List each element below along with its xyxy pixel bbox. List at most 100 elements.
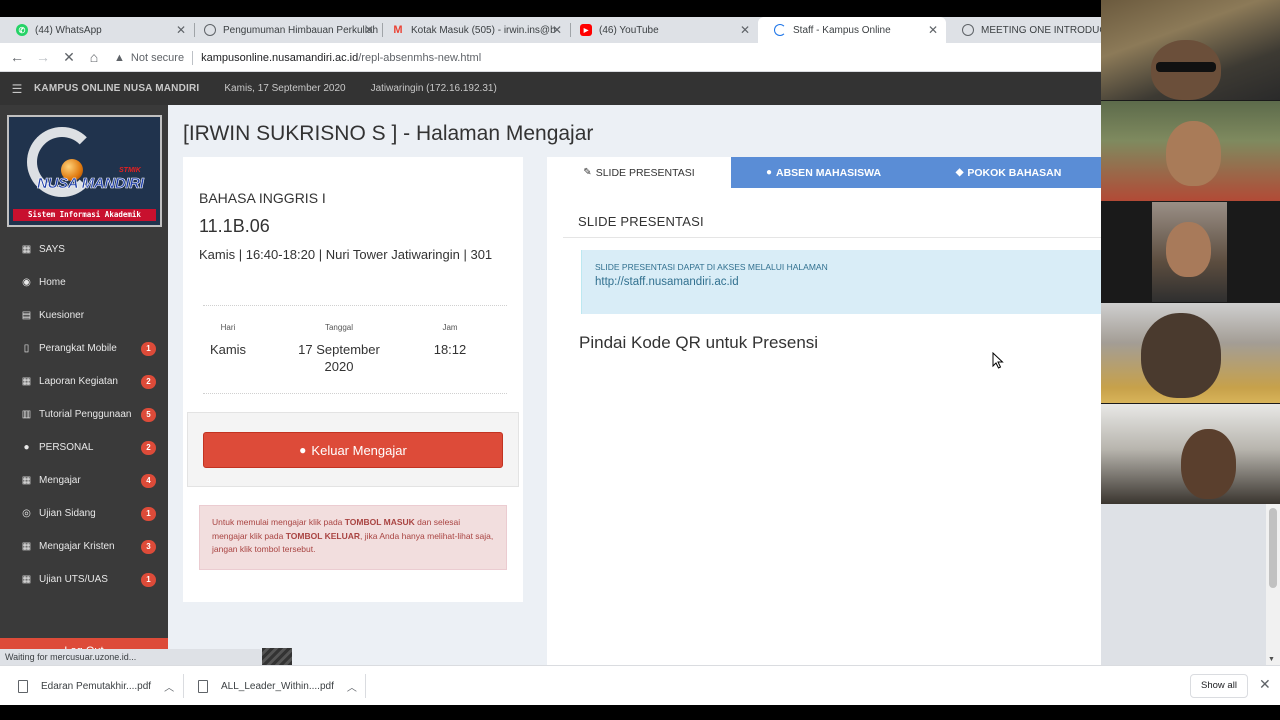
participant-silhouette	[1141, 313, 1221, 398]
url-path[interactable]: /repl-absenmhs-new.html	[358, 52, 481, 64]
browser-tab-gmail[interactable]: M Kotak Masuk (505) - irwin.ins@b ✕	[376, 17, 570, 43]
qr-title: Pindai Kode QR untuk Presensi	[579, 333, 819, 352]
top-strip	[0, 0, 1280, 17]
gmail-icon: M	[393, 24, 403, 36]
site-brand[interactable]: KAMPUS ONLINE NUSA MANDIRI	[34, 83, 199, 94]
forward-arrow-icon[interactable]: →	[34, 48, 52, 66]
browser-tab-pengumuman[interactable]: Pengumuman Himbauan Perkuliah ✕	[188, 17, 382, 43]
download-item[interactable]: Edaran Pemutakhir....pdf ︿	[18, 674, 174, 698]
back-arrow-icon[interactable]: ←	[8, 48, 26, 66]
count-badge: 2	[141, 441, 156, 455]
content-tabs: ✎ SLIDE PRESENTASI ● ABSEN MAHASISWA ◆ POKO…	[547, 157, 1101, 188]
count-badge: 1	[141, 573, 156, 587]
sidebar-item-label: Perangkat Mobile	[39, 343, 117, 354]
whatsapp-icon: ✆	[16, 24, 28, 36]
download-item[interactable]: ALL_Leader_Within....pdf ︿	[198, 674, 357, 698]
count-badge: 4	[141, 474, 156, 488]
download-separator	[183, 674, 184, 698]
user-icon: ●	[299, 443, 307, 457]
keluar-mengajar-button[interactable]: ● Keluar Mengajar	[203, 432, 503, 468]
close-icon[interactable]: ✕	[552, 24, 562, 36]
time-value: 18:12	[433, 342, 467, 357]
participant-silhouette	[1166, 222, 1211, 277]
sidebar-item-mengajar-kristen[interactable]: ▦ Mengajar Kristen 3	[0, 530, 168, 563]
participant-video[interactable]	[1101, 303, 1280, 403]
security-label[interactable]: Not secure	[131, 52, 184, 64]
sidebar-item-label: Ujian UTS/UAS	[39, 574, 108, 585]
warning-icon[interactable]: ▲	[114, 52, 125, 64]
close-icon[interactable]: ✕	[928, 24, 938, 36]
sidebar: STMIK NUSA MANDIRI Sistem Informasi Akad…	[0, 105, 168, 665]
scroll-down-icon[interactable]: ▼	[1268, 656, 1275, 663]
participant-silhouette	[1166, 121, 1221, 186]
close-icon[interactable]: ✕	[364, 24, 374, 36]
browser-tab-staff-active[interactable]: Staff - Kampus Online ✕	[758, 17, 946, 43]
dashboard-icon: ◉	[22, 277, 31, 288]
page-scrollbar[interactable]: ▼	[1266, 504, 1280, 665]
download-name[interactable]: ALL_Leader_Within....pdf	[221, 681, 334, 692]
sidebar-item-personal[interactable]: ● PERSONAL 2	[0, 431, 168, 464]
sidebar-item-label: Ujian Sidang	[39, 508, 96, 519]
sidebar-item-label: PERSONAL	[39, 442, 94, 453]
download-name[interactable]: Edaran Pemutakhir....pdf	[41, 681, 151, 692]
grid-icon: ▦	[21, 475, 32, 486]
sidebar-item-says[interactable]: ▦ SAYS	[0, 233, 168, 266]
tab-pokok-bahasan[interactable]: ◆ POKOK BAHASAN	[916, 157, 1101, 188]
browser-status-text: Waiting for mercusuar.uzone.id...	[0, 649, 262, 665]
file-icon	[18, 679, 28, 693]
action-box: ● Keluar Mengajar	[187, 412, 519, 487]
class-schedule: Kamis | 16:40-18:20 | Nuri Tower Jatiwar…	[199, 247, 493, 262]
participant-silhouette	[1181, 429, 1236, 499]
participant-video[interactable]	[1101, 101, 1280, 201]
web-page: ☰ KAMPUS ONLINE NUSA MANDIRI Kamis, 17 S…	[0, 72, 1101, 665]
url-host[interactable]: kampusonline.nusamandiri.ac.id	[201, 52, 358, 64]
sidebar-item-kuesioner[interactable]: ▤ Kuesioner	[0, 299, 168, 332]
grid-icon: ▦	[21, 376, 32, 387]
home-icon[interactable]: ⌂	[85, 48, 103, 66]
sidebar-item-laporan-kegiatan[interactable]: ▦ Laporan Kegiatan 2	[0, 365, 168, 398]
chevron-up-icon[interactable]: ︿	[164, 679, 174, 694]
tab-title: Kotak Masuk (505) - irwin.ins@b	[411, 24, 556, 36]
book-icon: ▥	[21, 409, 32, 420]
sidebar-item-mengajar[interactable]: ▦ Mengajar 4	[0, 464, 168, 497]
mouse-cursor-icon	[992, 352, 1004, 369]
glasses-shape	[1156, 62, 1216, 72]
class-info-card: BAHASA INGGRIS I 11.1B.06 Kamis | 16:40-…	[183, 157, 523, 602]
sidebar-item-ujian-sidang[interactable]: ◎ Ujian Sidang 1	[0, 497, 168, 530]
content-card: ✎ SLIDE PRESENTASI ● ABSEN MAHASISWA ◆ POKO…	[547, 157, 1101, 665]
sidebar-item-ujian-uts-uas[interactable]: ▦ Ujian UTS/UAS 1	[0, 563, 168, 596]
participant-video[interactable]	[1101, 0, 1280, 100]
alert-text: Untuk memulai mengajar klik pada	[212, 517, 345, 527]
hamburger-menu-icon[interactable]: ☰	[0, 82, 34, 96]
show-all-button[interactable]: Show all	[1190, 674, 1248, 698]
globe-icon	[204, 24, 216, 36]
section-title: SLIDE PRESENTASI	[578, 214, 704, 229]
sidebar-item-home[interactable]: ◉ Home	[0, 266, 168, 299]
course-name: BAHASA INGGRIS I	[199, 190, 326, 206]
nusa-mandiri-logo: STMIK NUSA MANDIRI Sistem Informasi Akad…	[7, 115, 162, 227]
grid-icon: ▦	[21, 244, 32, 255]
tab-title: (44) WhatsApp	[35, 24, 102, 36]
sidebar-item-tutorial-penggunaan[interactable]: ▥ Tutorial Penggunaan 5	[0, 398, 168, 431]
sidebar-item-perangkat-mobile[interactable]: ▯ Perangkat Mobile 1	[0, 332, 168, 365]
tab-absen-mahasiswa[interactable]: ● ABSEN MAHASISWA	[731, 157, 916, 188]
stop-loading-icon[interactable]: ✕	[60, 48, 78, 66]
staff-link[interactable]: http://staff.nusamandiri.ac.id	[595, 276, 1088, 288]
pencil-icon: ✎	[583, 167, 592, 178]
date-label: Tanggal	[324, 323, 354, 332]
tab-title: Staff - Kampus Online	[793, 24, 891, 36]
browser-tab-youtube[interactable]: ▶ (46) YouTube ✕	[564, 17, 758, 43]
close-icon[interactable]: ✕	[1259, 676, 1271, 693]
close-icon[interactable]: ✕	[176, 24, 186, 36]
scrollbar-thumb[interactable]	[1269, 508, 1277, 588]
tab-slide-presentasi[interactable]: ✎ SLIDE PRESENTASI	[547, 157, 731, 188]
browser-tab-whatsapp[interactable]: ✆ (44) WhatsApp ✕	[0, 17, 194, 43]
participant-video[interactable]	[1152, 202, 1227, 302]
chevron-up-icon[interactable]: ︿	[347, 679, 357, 694]
address-bar[interactable]: ▲ Not secure kampusonline.nusamandiri.ac…	[114, 47, 481, 68]
browser-tab-meeting[interactable]: MEETING ONE INTRODUCTIO	[946, 17, 1101, 43]
file-icon	[198, 679, 208, 693]
slide-notice: SLIDE PRESENTASI DAPAT DI AKSES MELALUI …	[581, 250, 1101, 314]
close-icon[interactable]: ✕	[740, 24, 750, 36]
participant-video[interactable]	[1101, 404, 1280, 504]
